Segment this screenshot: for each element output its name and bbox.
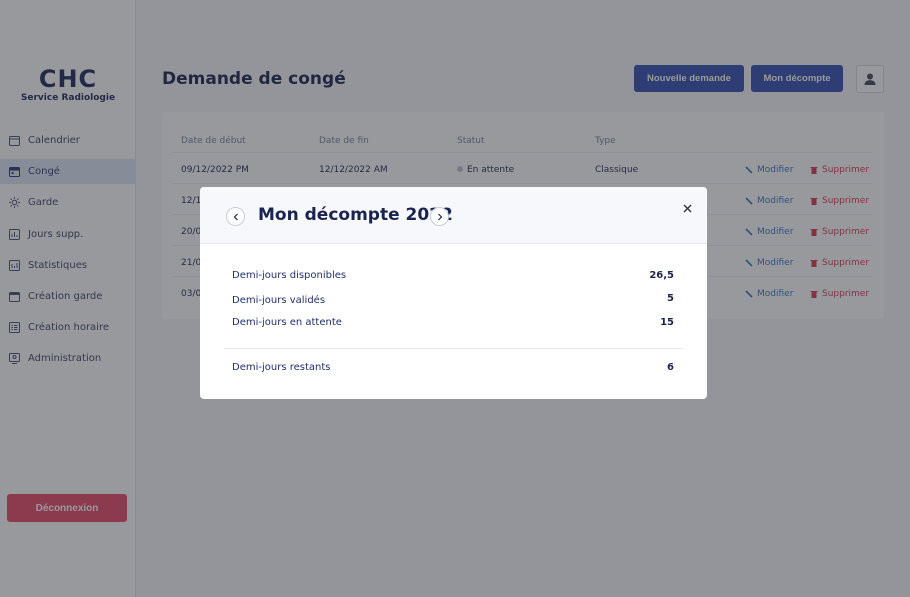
close-icon — [683, 204, 691, 212]
modal-title: Mon décompte 2022 — [258, 205, 453, 225]
stat-value-remaining: 6 — [667, 362, 674, 373]
divider — [224, 348, 683, 349]
modal-header: Mon décompte 2022 — [200, 187, 707, 244]
chevron-right-icon — [437, 213, 442, 220]
stat-label-available: Demi-jours disponibles — [232, 270, 347, 281]
stat-value-available: 26,5 — [649, 270, 674, 281]
stat-label-remaining: Demi-jours restants — [232, 362, 331, 373]
chevron-left-icon — [233, 213, 238, 220]
next-year-button[interactable] — [430, 207, 449, 226]
stat-value-validated: 5 — [667, 293, 674, 304]
stat-label-pending: Demi-jours en attente — [232, 317, 342, 328]
stat-value-pending: 15 — [660, 317, 674, 328]
close-button[interactable] — [680, 201, 694, 215]
my-count-modal: Mon décompte 2022 Demi-jours disponibles… — [200, 187, 707, 399]
previous-year-button[interactable] — [226, 207, 245, 226]
stat-label-validated: Demi-jours validés — [232, 295, 326, 306]
